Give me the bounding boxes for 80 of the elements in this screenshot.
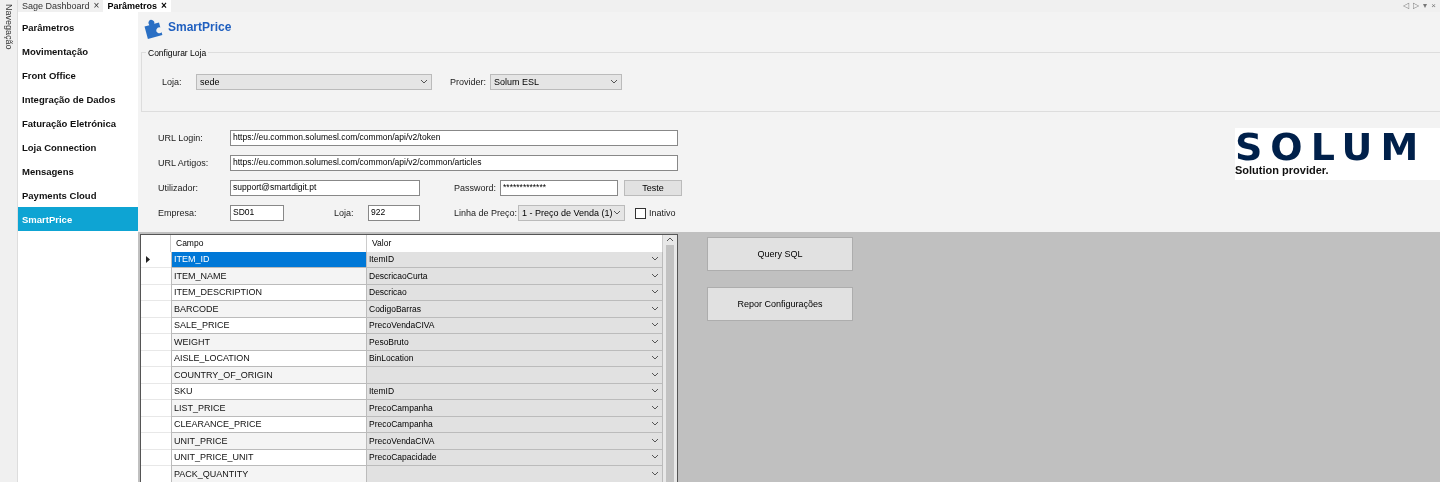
- logo-wordmark: SOLUM: [1235, 130, 1428, 164]
- close-icon[interactable]: ×: [160, 1, 167, 11]
- table-cell[interactable]: COUNTRY_OF_ORIGIN: [171, 367, 367, 384]
- input-field[interactable]: SD01: [230, 205, 284, 221]
- scroll-up-icon[interactable]: [666, 235, 674, 243]
- input-field[interactable]: https://eu.common.solumesl.com/common/api/v2/token: [230, 130, 678, 146]
- sidebar-item[interactable]: Movimentação: [18, 39, 138, 63]
- sidebar-item[interactable]: Front Office: [18, 63, 138, 87]
- table-cell[interactable]: ITEM_NAME: [171, 268, 367, 285]
- tab-control[interactable]: ▷: [1413, 2, 1420, 10]
- price-line-dropdown[interactable]: 1 - Preço de Venda (1): [518, 205, 625, 221]
- chevron-icon: [651, 355, 659, 362]
- chevron-icon: [651, 289, 659, 296]
- field-label: Provider:: [450, 77, 486, 87]
- chevron-icon: [651, 272, 659, 279]
- input-field[interactable]: 922: [368, 205, 420, 221]
- group-title: Configurar Loja: [146, 48, 209, 58]
- table-cell[interactable]: WEIGHT: [171, 334, 367, 351]
- store-dropdown[interactable]: sede: [196, 74, 432, 90]
- action-button[interactable]: Repor Configurações: [707, 287, 853, 321]
- value-dropdown[interactable]: PrecoCampanha: [367, 400, 663, 417]
- field-label: Empresa:: [158, 208, 198, 218]
- current-row-icon: [146, 255, 150, 263]
- chevron-icon: [651, 454, 659, 461]
- field-label: Password:: [454, 183, 497, 193]
- value-dropdown[interactable]: PesoBruto: [367, 334, 663, 351]
- chevron-icon: [651, 305, 659, 312]
- app-title: SmartPrice: [168, 20, 232, 34]
- field-label: URL Login:: [158, 133, 204, 143]
- field-label: URL Artigos:: [158, 158, 210, 168]
- value-dropdown[interactable]: PrecoVendaCIVA: [367, 433, 663, 450]
- sidebar-item[interactable]: Parâmetros: [18, 15, 138, 39]
- chevron-icon: [651, 470, 659, 477]
- chevron-icon: [651, 322, 659, 329]
- field-label: Loja:: [162, 77, 183, 87]
- chevron-icon: [651, 437, 659, 444]
- value-dropdown[interactable]: ItemID: [367, 251, 663, 268]
- checkbox-label: Inativo: [649, 208, 676, 218]
- chevron-icon: [420, 79, 428, 85]
- chevron-icon: [651, 404, 659, 411]
- chevron-icon: [651, 371, 659, 378]
- chevron-icon: [651, 338, 659, 345]
- field-label: Linha de Preço:: [454, 208, 518, 218]
- value-dropdown[interactable]: CodigoBarras: [367, 301, 663, 318]
- action-button[interactable]: Query SQL: [707, 237, 853, 271]
- input-field[interactable]: https://eu.common.solumesl.com/common/api/v2/common/articles: [230, 155, 678, 171]
- tab-control[interactable]: ▾: [1423, 2, 1428, 10]
- chevron-icon: [651, 388, 659, 395]
- logo-tagline: Solution provider.: [1235, 164, 1330, 176]
- table-cell[interactable]: UNIT_PRICE: [171, 433, 367, 450]
- chevron-icon: [613, 210, 621, 216]
- close-icon[interactable]: ×: [93, 1, 100, 11]
- input-field[interactable]: support@smartdigit.pt: [230, 180, 420, 196]
- tab-control[interactable]: ◁: [1403, 2, 1410, 10]
- sidebar-item[interactable]: Faturação Eletrónica: [18, 111, 138, 135]
- test-button[interactable]: Teste: [624, 180, 683, 196]
- sidebar-item[interactable]: Integração de Dados: [18, 87, 138, 111]
- chevron-icon: [610, 79, 618, 85]
- chevron-icon: [651, 421, 659, 428]
- table-cell[interactable]: LIST_PRICE: [171, 400, 367, 417]
- provider-dropdown[interactable]: Solum ESL: [490, 74, 622, 90]
- sidebar-item[interactable]: Payments Cloud: [18, 183, 138, 207]
- value-dropdown[interactable]: [367, 466, 663, 482]
- tab-control[interactable]: ×: [1431, 2, 1436, 10]
- sidebar-item[interactable]: Loja Connection: [18, 135, 138, 159]
- tab[interactable]: Parâmetros ×: [103, 0, 171, 12]
- column-header[interactable]: Campo: [171, 235, 367, 252]
- table-cell[interactable]: PACK_QUANTITY: [171, 466, 367, 482]
- password-field[interactable]: *************: [500, 180, 619, 196]
- value-dropdown[interactable]: DescricaoCurta: [367, 268, 663, 285]
- field-label: Loja:: [333, 208, 355, 218]
- scrollbar[interactable]: [663, 235, 677, 482]
- field-label: Utilizador:: [158, 183, 199, 193]
- table-cell[interactable]: BARCODE: [171, 301, 367, 318]
- table-cell[interactable]: ITEM_ID: [171, 251, 367, 268]
- value-dropdown[interactable]: [367, 367, 663, 384]
- tab[interactable]: Sage Dashboard ×: [18, 0, 104, 12]
- chevron-icon: [651, 256, 659, 263]
- navigation-label[interactable]: Navegação: [3, 4, 14, 50]
- sidebar-item[interactable]: Mensagens: [18, 159, 138, 183]
